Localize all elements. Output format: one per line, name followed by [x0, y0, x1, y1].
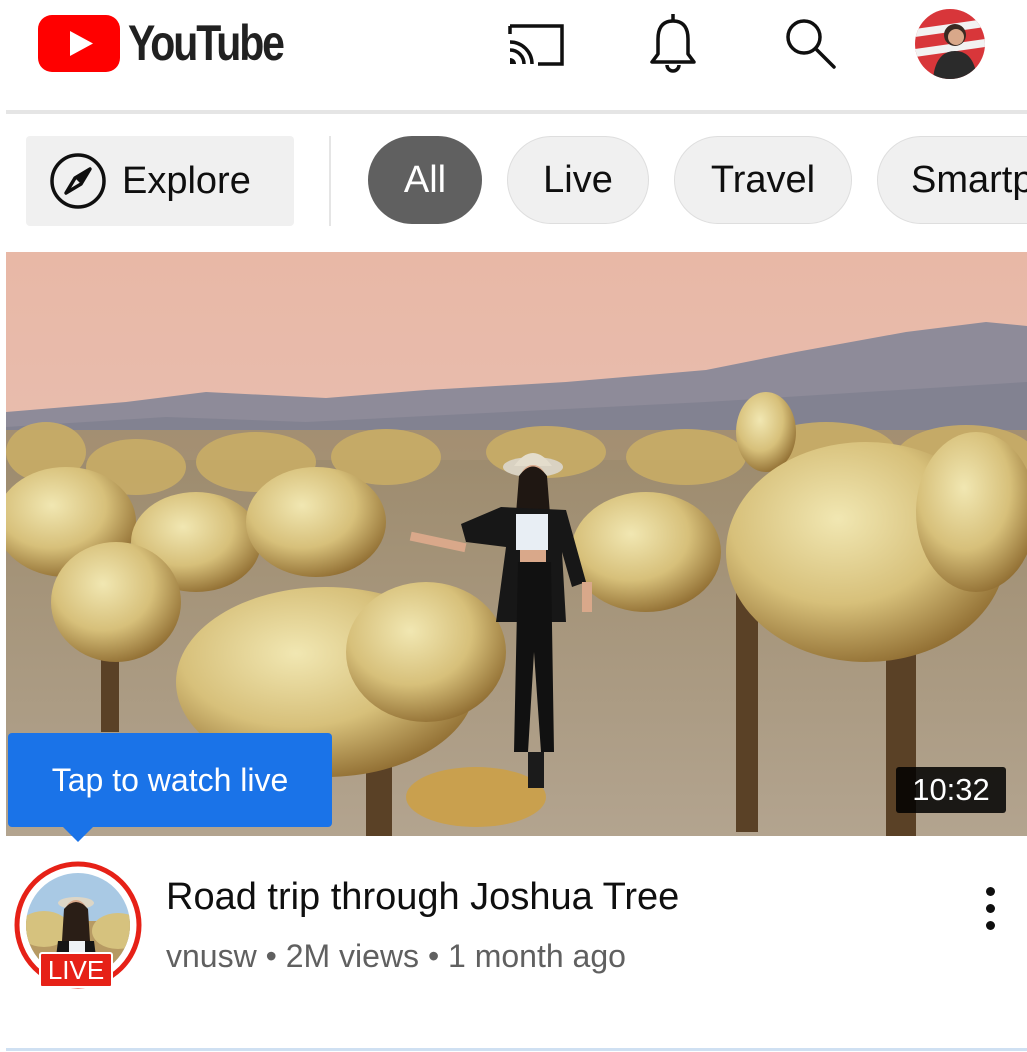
compass-icon	[50, 153, 106, 209]
chip-smartphones[interactable]: Smartp	[877, 136, 1027, 224]
filter-chip-bar: Explore All Live Travel Smartp	[0, 130, 1027, 230]
top-app-bar: YouTube	[0, 0, 1027, 110]
video-metadata: vnusw • 2M views • 1 month ago	[166, 938, 626, 974]
chip-all[interactable]: All	[368, 136, 482, 224]
search-button[interactable]	[775, 8, 845, 78]
chip-divider	[329, 136, 331, 226]
youtube-logo[interactable]: YouTube	[38, 14, 317, 72]
youtube-play-icon	[38, 14, 120, 72]
tap-to-watch-live-tooltip[interactable]: Tap to watch live	[8, 733, 332, 827]
feed-divider	[6, 1048, 1027, 1051]
video-title[interactable]: Road trip through Joshua Tree	[166, 876, 679, 919]
cast-icon	[508, 24, 564, 66]
account-avatar[interactable]	[915, 9, 985, 79]
header-divider	[6, 110, 1027, 114]
explore-button[interactable]: Explore	[26, 136, 294, 226]
more-options-button[interactable]	[965, 876, 1015, 940]
explore-label: Explore	[122, 159, 251, 202]
logo-wordmark: YouTube	[128, 15, 285, 71]
cast-button[interactable]	[500, 8, 570, 78]
notifications-button[interactable]	[638, 8, 708, 78]
avatar-image	[915, 9, 985, 79]
live-badge: LIVE	[39, 952, 113, 988]
bell-icon	[650, 14, 696, 73]
kebab-dot	[985, 903, 995, 913]
chip-travel[interactable]: Travel	[674, 136, 852, 224]
tooltip-pointer	[62, 826, 94, 842]
video-duration-badge: 10:32	[896, 767, 1006, 813]
kebab-dot	[985, 886, 995, 896]
kebab-dot	[985, 920, 995, 930]
chip-live[interactable]: Live	[507, 136, 649, 224]
search-icon	[786, 19, 836, 69]
